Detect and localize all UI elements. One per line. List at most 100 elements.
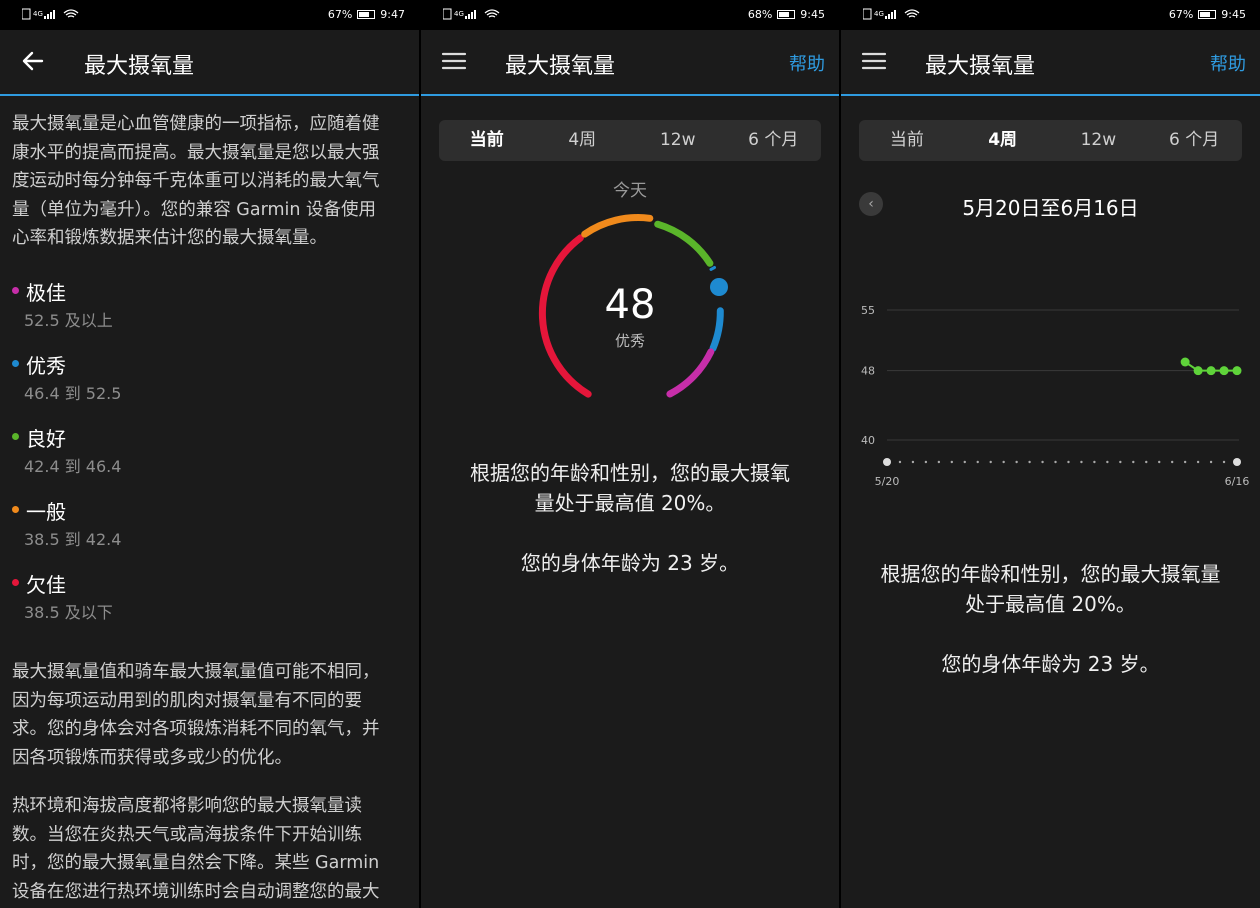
x-axis-dot <box>1041 460 1044 464</box>
battery-icon <box>357 10 376 19</box>
category-name: 优秀 <box>26 354 66 378</box>
status-right: 67% 9:45 <box>1169 8 1246 21</box>
x-axis-dot <box>1054 460 1057 464</box>
info-screen: 4G 67% 9:47 最大摄氧量 最大摄氧量是心血管健康的一项指标，应随着健 … <box>0 0 419 908</box>
paragraph-line: 时，您的最大摄氧量自然会下降。某些 Garmin <box>12 853 380 873</box>
x-tick-label: 6/16 <box>1225 475 1250 488</box>
clock: 9:47 <box>380 8 405 21</box>
category-range: 38.5 到 42.4 <box>24 530 122 549</box>
x-axis-dot <box>1028 460 1031 464</box>
page-title: 最大摄氧量 <box>925 54 1036 79</box>
x-axis-dot <box>1067 460 1070 464</box>
category-range: 42.4 到 46.4 <box>24 457 122 476</box>
svg-text:4G: 4G <box>874 10 884 18</box>
description-line: 量（单位为毫升）。您的兼容 Garmin 设备使用 <box>12 199 377 220</box>
gauge-segment-excellent <box>666 348 715 398</box>
paragraph-line: 热环境和海拔高度都将影响您的最大摄氧量读 <box>12 796 362 816</box>
x-axis-dot <box>963 460 966 464</box>
data-point <box>1206 366 1216 376</box>
x-axis-endpoint <box>883 458 891 466</box>
paragraph-environment: 热环境和海拔高度都将影响您的最大摄氧量读 数。当您在炎热天气或高海拔条件下开始训… <box>12 792 412 906</box>
category-name: 一般 <box>26 500 66 524</box>
four-week-screen: 4G 67% 9:45 最大摄氧量 帮助 当前 4周 12w 6 个月 ‹ 5月… <box>841 0 1260 908</box>
x-axis-dot <box>1145 460 1148 464</box>
x-axis-dot <box>1002 460 1005 464</box>
x-axis-dot <box>911 460 915 464</box>
x-axis-dot <box>950 460 954 464</box>
gauge-segment-good <box>654 220 714 267</box>
data-point <box>1219 366 1229 376</box>
help-link[interactable]: 帮助 <box>1210 50 1246 76</box>
status-bar: 4G 67% 9:45 <box>841 0 1260 30</box>
fitness-age-text: 您的身体年龄为 23 岁。 <box>941 652 1160 676</box>
paragraph-sports: 最大摄氧量值和骑车最大摄氧量值可能不相同， 因为每项运动用到的肌肉对摄氧量有不同… <box>12 658 412 772</box>
x-axis-dot <box>1080 460 1083 464</box>
x-axis-dot <box>1158 460 1161 464</box>
description-line: 心率和锻炼数据来估计您的最大摄氧量。 <box>12 228 327 248</box>
status-bar: 4G 67% 9:47 <box>0 0 419 30</box>
category-range: 52.5 及以上 <box>24 311 113 330</box>
description: 最大摄氧量是心血管健康的一项指标，应随着健 康水平的提高而提高。最大摄氧量是您以… <box>12 110 412 253</box>
y-tick-label: 40 <box>861 434 875 447</box>
menu-icon[interactable] <box>859 46 889 76</box>
tab-4-weeks[interactable]: 4周 <box>955 120 1051 161</box>
category-dot <box>12 360 19 367</box>
app-bar: 最大摄氧量 <box>0 30 419 96</box>
tab-current[interactable]: 当前 <box>859 120 955 161</box>
page-title: 最大摄氧量 <box>84 54 195 79</box>
x-axis-dot <box>1170 460 1174 464</box>
battery-icon <box>1198 10 1217 19</box>
percentile-text: 根据您的年龄和性别，您的最大摄氧量 处于最高值 20%。 <box>841 559 1260 619</box>
x-axis-dot <box>1222 460 1226 464</box>
x-tick-label: 5/20 <box>875 475 900 488</box>
app-bar: 最大摄氧量 帮助 <box>841 30 1260 96</box>
x-axis-dot <box>1119 460 1122 464</box>
paragraph-line: 因各项锻炼而获得或多或少的优化。 <box>12 747 292 768</box>
paragraph-line: 因为每项运动用到的肌肉对摄氧量有不同的要 <box>12 690 362 711</box>
category-range: 38.5 及以下 <box>24 603 113 622</box>
x-axis-dot <box>1183 460 1187 464</box>
percentile-line: 处于最高值 20%。 <box>965 592 1136 616</box>
x-axis-dot <box>976 460 979 464</box>
paragraph-line: 求。您的身体会对各项锻炼消耗不同的氧气，并 <box>12 719 380 739</box>
category-dot <box>12 579 19 586</box>
percentile-line: 量处于最高值 20%。 <box>534 491 726 515</box>
category-name: 极佳 <box>26 281 66 305</box>
battery-percent: 67% <box>327 8 353 21</box>
x-axis-dot <box>1132 460 1135 464</box>
gauge-segment-fair <box>581 214 654 238</box>
tab-6-months[interactable]: 6 个月 <box>1146 120 1242 161</box>
x-axis-dot <box>1209 460 1213 464</box>
x-axis-dot <box>937 460 941 464</box>
x-axis-dot <box>898 460 902 464</box>
category-dot <box>12 506 19 513</box>
y-tick-label: 55 <box>861 304 875 317</box>
back-arrow-icon[interactable] <box>18 46 48 76</box>
battery-percent: 67% <box>1168 8 1194 21</box>
gauge-tick <box>709 266 716 271</box>
signal-icons: 4G <box>863 7 923 21</box>
data-point <box>1232 366 1242 376</box>
category-name: 良好 <box>26 427 66 451</box>
category-range: 46.4 到 52.5 <box>24 384 122 403</box>
percentile-line: 根据您的年龄和性别，您的最大摄氧 <box>470 461 790 485</box>
vo2-rating: 优秀 <box>614 332 645 350</box>
vo2-trend-chart: 55 48 40 5/20 6/16 <box>861 304 1250 488</box>
percentile-line: 根据您的年龄和性别，您的最大摄氧量 <box>880 562 1221 586</box>
fitness-age-text: 您的身体年龄为 23 岁。 <box>520 551 740 575</box>
signal-icons: 4G <box>22 7 82 21</box>
x-axis-dot <box>1093 460 1096 464</box>
vo2-gauge <box>538 214 728 398</box>
percentile-text: 根据您的年龄和性别，您的最大摄氧 量处于最高值 20%。 <box>421 458 839 518</box>
paragraph-line: 数。当您在炎热天气或高海拔条件下开始训练 <box>12 824 362 845</box>
x-axis-dot <box>924 460 928 464</box>
x-axis-dot <box>989 460 992 464</box>
vo2-value: 48 <box>604 282 656 328</box>
x-axis-dot <box>1015 460 1018 464</box>
tab-12-weeks[interactable]: 12w <box>1051 120 1147 161</box>
period-tabs: 当前 4周 12w 6 个月 <box>859 120 1242 161</box>
data-point <box>1180 357 1190 367</box>
category-dot <box>12 433 19 440</box>
x-axis-dot <box>1106 460 1109 464</box>
date-range-title: 5月20日至6月16日 <box>962 196 1139 220</box>
